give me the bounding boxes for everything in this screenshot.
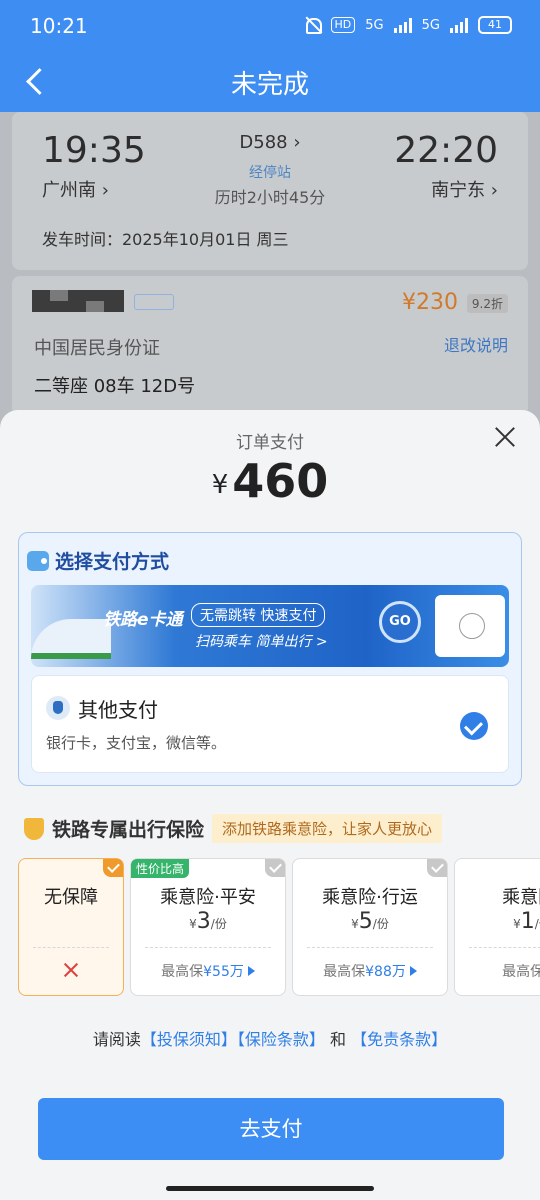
arrow-right-icon xyxy=(409,966,417,976)
payment-method-header: 选择支付方式 xyxy=(27,547,169,574)
money-bag-icon xyxy=(46,696,70,720)
status-icons: HD 5G 5G 41 xyxy=(303,16,512,34)
status-bar: 10:21 HD 5G 5G 41 xyxy=(0,0,540,52)
unselected-corner-icon xyxy=(427,859,447,877)
home-indicator[interactable] xyxy=(166,1186,374,1191)
selected-check-icon[interactable] xyxy=(460,712,488,740)
refund-info-link[interactable]: 退改说明 xyxy=(444,332,508,356)
insurance-tip: 添加铁路乘意险，让家人更放心 xyxy=(212,814,443,843)
hd-icon: HD xyxy=(330,17,356,33)
other-payment-title: 其他支付 xyxy=(78,698,158,722)
unselected-corner-icon xyxy=(265,859,285,877)
plan-max-coverage[interactable]: 最高保¥88万 xyxy=(293,961,447,981)
page-title: 未完成 xyxy=(230,70,309,100)
insurance-header: 铁路专属出行保险 添加铁路乘意险，让家人更放心 xyxy=(24,814,443,843)
discount-badge: 9.2折 xyxy=(466,294,508,313)
plan-divider xyxy=(33,947,109,948)
plan-name: 无保障 xyxy=(44,887,98,908)
pay-button[interactable]: 去支付 xyxy=(38,1098,504,1160)
plan-max-coverage[interactable]: 最高保¥55万 xyxy=(131,961,285,981)
currency-symbol: ¥ xyxy=(211,470,229,500)
passenger-badge xyxy=(134,294,174,310)
mute-icon xyxy=(303,16,322,34)
payment-method-title: 选择支付方式 xyxy=(55,551,170,573)
order-amount: ¥460 xyxy=(0,454,540,508)
id-type: 中国居民身份证 xyxy=(34,338,160,359)
plan-divider xyxy=(145,947,271,948)
other-payment-subtitle: 银行卡，支付宝，微信等。 xyxy=(46,734,227,752)
seat-info: 二等座 08车 12D号 xyxy=(34,376,196,397)
ecard-radio[interactable] xyxy=(459,613,485,639)
no-coverage-x-icon xyxy=(62,961,80,979)
plan-name: 乘意险·行运 xyxy=(322,887,418,908)
amount-value: 460 xyxy=(232,454,329,508)
terms-notice-link[interactable]: 【投保须知】 xyxy=(141,1030,237,1049)
plan-pingan[interactable]: 性价比高 乘意险·平安 ¥3/份 最高保¥55万 xyxy=(130,858,286,996)
plan-name: 乘意险· xyxy=(502,887,540,908)
train-icon xyxy=(31,619,111,659)
selected-corner-icon xyxy=(103,859,123,877)
plan-xingyun[interactable]: 乘意险·行运 ¥5/份 最高保¥88万 xyxy=(292,858,448,996)
network-label-1: 5G xyxy=(365,17,384,33)
arrive-station[interactable]: 南宁东 › xyxy=(431,176,498,202)
plan-divider xyxy=(469,947,540,948)
terms-prefix: 请阅读 xyxy=(92,1030,141,1049)
plan-no-coverage[interactable]: 无保障 xyxy=(18,858,124,996)
plan-price: ¥3/份 xyxy=(189,909,227,934)
signal-icon xyxy=(393,17,412,33)
ecard-tag: 无需跳转 快速支付 xyxy=(191,603,326,627)
plan-price: ¥5/份 xyxy=(351,909,389,934)
arrow-right-icon xyxy=(247,966,255,976)
plan-max-coverage[interactable]: 最高保¥2 xyxy=(455,961,540,981)
network-label-2: 5G xyxy=(421,17,440,33)
plan-divider xyxy=(307,947,433,948)
close-icon[interactable] xyxy=(492,424,518,450)
redacted-name xyxy=(32,290,124,312)
signal-icon-2 xyxy=(450,17,468,33)
arrive-time: 22:20 xyxy=(394,130,498,171)
terms-clause-link[interactable]: 【保险条款】 xyxy=(237,1030,325,1049)
top-header: 未完成 xyxy=(0,52,540,112)
status-time: 10:21 xyxy=(30,14,88,38)
depart-date: 发车时间：2025年10月01日 周三 xyxy=(42,230,289,249)
train-info-card: 19:35 广州南 › D588 › 经停站 历时2小时45分 22:20 南宁… xyxy=(12,112,528,270)
ecard-subtitle[interactable]: 扫码乘车 简单出行 > xyxy=(195,631,328,651)
plan-price: ¥1/份 xyxy=(513,909,540,934)
go-icon[interactable]: GO xyxy=(379,601,421,643)
insurance-title: 铁路专属出行保险 xyxy=(52,819,205,841)
sheet-title: 订单支付 xyxy=(236,433,304,453)
wallet-icon xyxy=(27,550,49,571)
ecard-payment-option[interactable]: 铁路e卡通 无需跳转 快速支付 扫码乘车 简单出行 > GO xyxy=(31,585,509,667)
terms-exempt-link[interactable]: 【免责条款】 xyxy=(351,1030,447,1049)
plan-name: 乘意险·平安 xyxy=(160,887,256,908)
payment-method-box: 选择支付方式 铁路e卡通 无需跳转 快速支付 扫码乘车 简单出行 > GO 其他… xyxy=(18,532,522,786)
battery-icon: 41 xyxy=(478,16,512,34)
other-payment-option[interactable]: 其他支付 银行卡，支付宝，微信等。 xyxy=(31,675,509,773)
ticket-price: ¥230 xyxy=(402,290,458,315)
value-tag: 性价比高 xyxy=(131,859,190,878)
plan-partial[interactable]: 乘意险· ¥1/份 最高保¥2 xyxy=(454,858,540,996)
payment-sheet: 订单支付 ¥460 选择支付方式 铁路e卡通 无需跳转 快速支付 扫码乘车 简单… xyxy=(0,410,540,1200)
terms-and: 和 xyxy=(330,1030,347,1049)
passenger-card: ¥230 9.2折 中国居民身份证 退改说明 二等座 08车 12D号 xyxy=(12,276,528,416)
insurance-plan-list: 无保障 性价比高 乘意险·平安 ¥3/份 最高保¥55万 乘意险·行运 ¥5/份… xyxy=(0,858,540,998)
shield-icon xyxy=(24,817,44,840)
terms-line: 请阅读【投保须知】【保险条款】 和 【免责条款】 xyxy=(0,1026,540,1050)
ecard-brand: 铁路e卡通 xyxy=(103,610,183,630)
